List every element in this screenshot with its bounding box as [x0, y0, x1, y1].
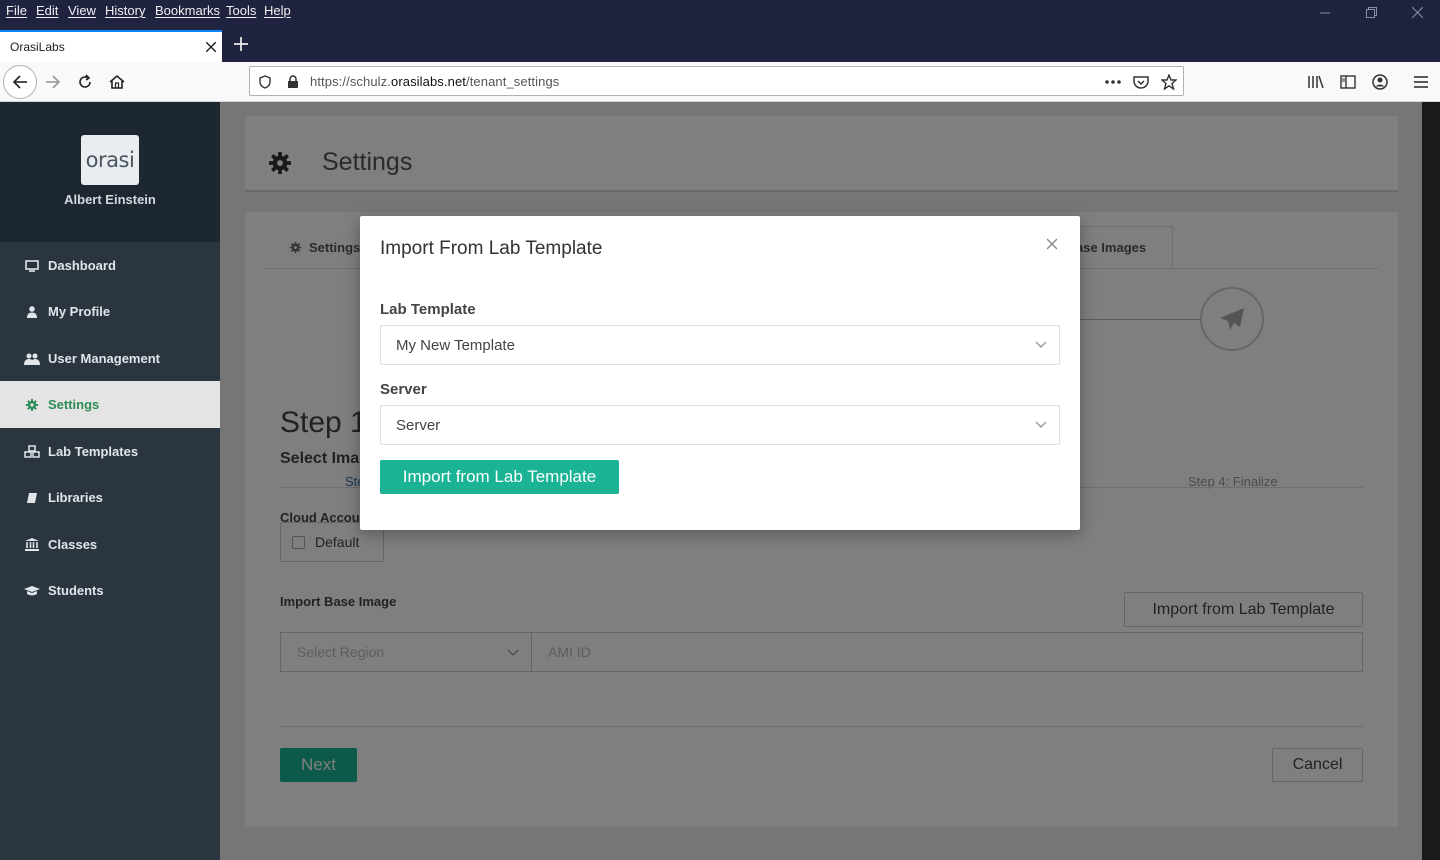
lock-icon[interactable] [284, 73, 302, 91]
account-icon [1372, 74, 1388, 90]
sidebar-item-my-profile[interactable]: My Profile [0, 288, 220, 335]
sidebar-item-libraries[interactable]: Libraries [0, 474, 220, 521]
restore-icon [1365, 7, 1377, 18]
minimize-icon [1320, 12, 1330, 14]
menu-view[interactable]: View [68, 3, 96, 18]
minimize-button[interactable] [1302, 0, 1348, 28]
menu-history[interactable]: History [105, 3, 145, 18]
restore-button[interactable] [1348, 0, 1394, 28]
lab-template-select[interactable]: My New Template [380, 325, 1060, 365]
chevron-down-icon [1035, 421, 1047, 428]
hamburger-icon [1414, 76, 1428, 88]
close-window-button[interactable] [1394, 0, 1440, 28]
browser-tab[interactable]: OrasiLabs [0, 30, 222, 62]
menu-help[interactable]: Help [264, 3, 291, 18]
page-actions-icon[interactable] [1104, 73, 1122, 91]
sidebar-item-settings[interactable]: Settings [0, 381, 220, 428]
pocket-icon[interactable] [1132, 73, 1150, 91]
server-label: Server [380, 381, 427, 398]
bookmark-star-icon[interactable] [1160, 73, 1178, 91]
graduation-cap-icon [24, 583, 40, 599]
menu-bar: File Edit View History Bookmarks Tools H… [0, 0, 1440, 28]
navigation-bar: https://schulz.orasilabs.net/tenant_sett… [0, 62, 1440, 102]
arrow-right-icon [46, 75, 61, 89]
library-icon [1308, 75, 1324, 89]
menu-file[interactable]: File [6, 3, 27, 18]
import-lab-template-modal: Import From Lab Template Lab Template My… [360, 216, 1080, 530]
close-icon [1411, 6, 1423, 19]
book-icon [24, 490, 40, 506]
forward-button[interactable] [37, 66, 69, 98]
users-icon [24, 351, 40, 367]
sidebar-item-lab-templates[interactable]: Lab Templates [0, 428, 220, 475]
sidebar-toggle-button[interactable] [1332, 66, 1364, 98]
close-icon [1046, 238, 1058, 250]
close-icon [205, 41, 217, 53]
reload-icon [79, 74, 91, 88]
import-from-lab-template-submit[interactable]: Import from Lab Template [380, 460, 619, 494]
lab-template-label: Lab Template [380, 301, 476, 318]
server-select[interactable]: Server [380, 405, 1060, 445]
reload-button[interactable] [69, 66, 101, 98]
page-scrollbar[interactable] [1422, 102, 1440, 860]
institution-icon [24, 537, 40, 553]
home-icon [109, 74, 125, 89]
menu-bookmarks[interactable]: Bookmarks [155, 3, 220, 18]
user-name: Albert Einstein [64, 192, 156, 207]
gear-icon [24, 397, 40, 413]
tab-bar: OrasiLabs [0, 28, 1440, 62]
chevron-down-icon [1035, 341, 1047, 348]
profile-area: orasi Albert Einstein [0, 102, 220, 242]
new-tab-button[interactable] [230, 31, 252, 57]
back-button[interactable] [3, 65, 37, 99]
sidebar-item-dashboard[interactable]: Dashboard [0, 242, 220, 289]
menu-edit[interactable]: Edit [36, 3, 58, 18]
home-button[interactable] [101, 66, 133, 98]
plus-icon [234, 37, 248, 51]
account-button[interactable] [1364, 66, 1396, 98]
url-bar[interactable]: https://schulz.orasilabs.net/tenant_sett… [249, 66, 1184, 96]
tab-title: OrasiLabs [10, 40, 65, 54]
user-icon [24, 304, 40, 320]
sidebar-icon [1340, 75, 1356, 89]
sidebar-item-classes[interactable]: Classes [0, 521, 220, 568]
sidebar-item-user-management[interactable]: User Management [0, 335, 220, 382]
modal-close-button[interactable] [1044, 236, 1060, 252]
sidebar-item-students[interactable]: Students [0, 567, 220, 614]
cubes-icon [24, 444, 40, 460]
arrow-left-icon [12, 75, 27, 89]
orasi-logo[interactable]: orasi [81, 135, 139, 185]
sidebar: orasi Albert Einstein Dashboard My Profi… [0, 102, 220, 860]
library-button[interactable] [1300, 66, 1332, 98]
modal-title: Import From Lab Template [380, 238, 603, 259]
app-menu-button[interactable] [1405, 66, 1437, 98]
tab-close-button[interactable] [205, 35, 217, 57]
shield-icon[interactable] [256, 73, 274, 91]
menu-tools[interactable]: Tools [226, 3, 256, 18]
monitor-icon [24, 258, 40, 274]
url-text: https://schulz.orasilabs.net/tenant_sett… [310, 74, 560, 89]
